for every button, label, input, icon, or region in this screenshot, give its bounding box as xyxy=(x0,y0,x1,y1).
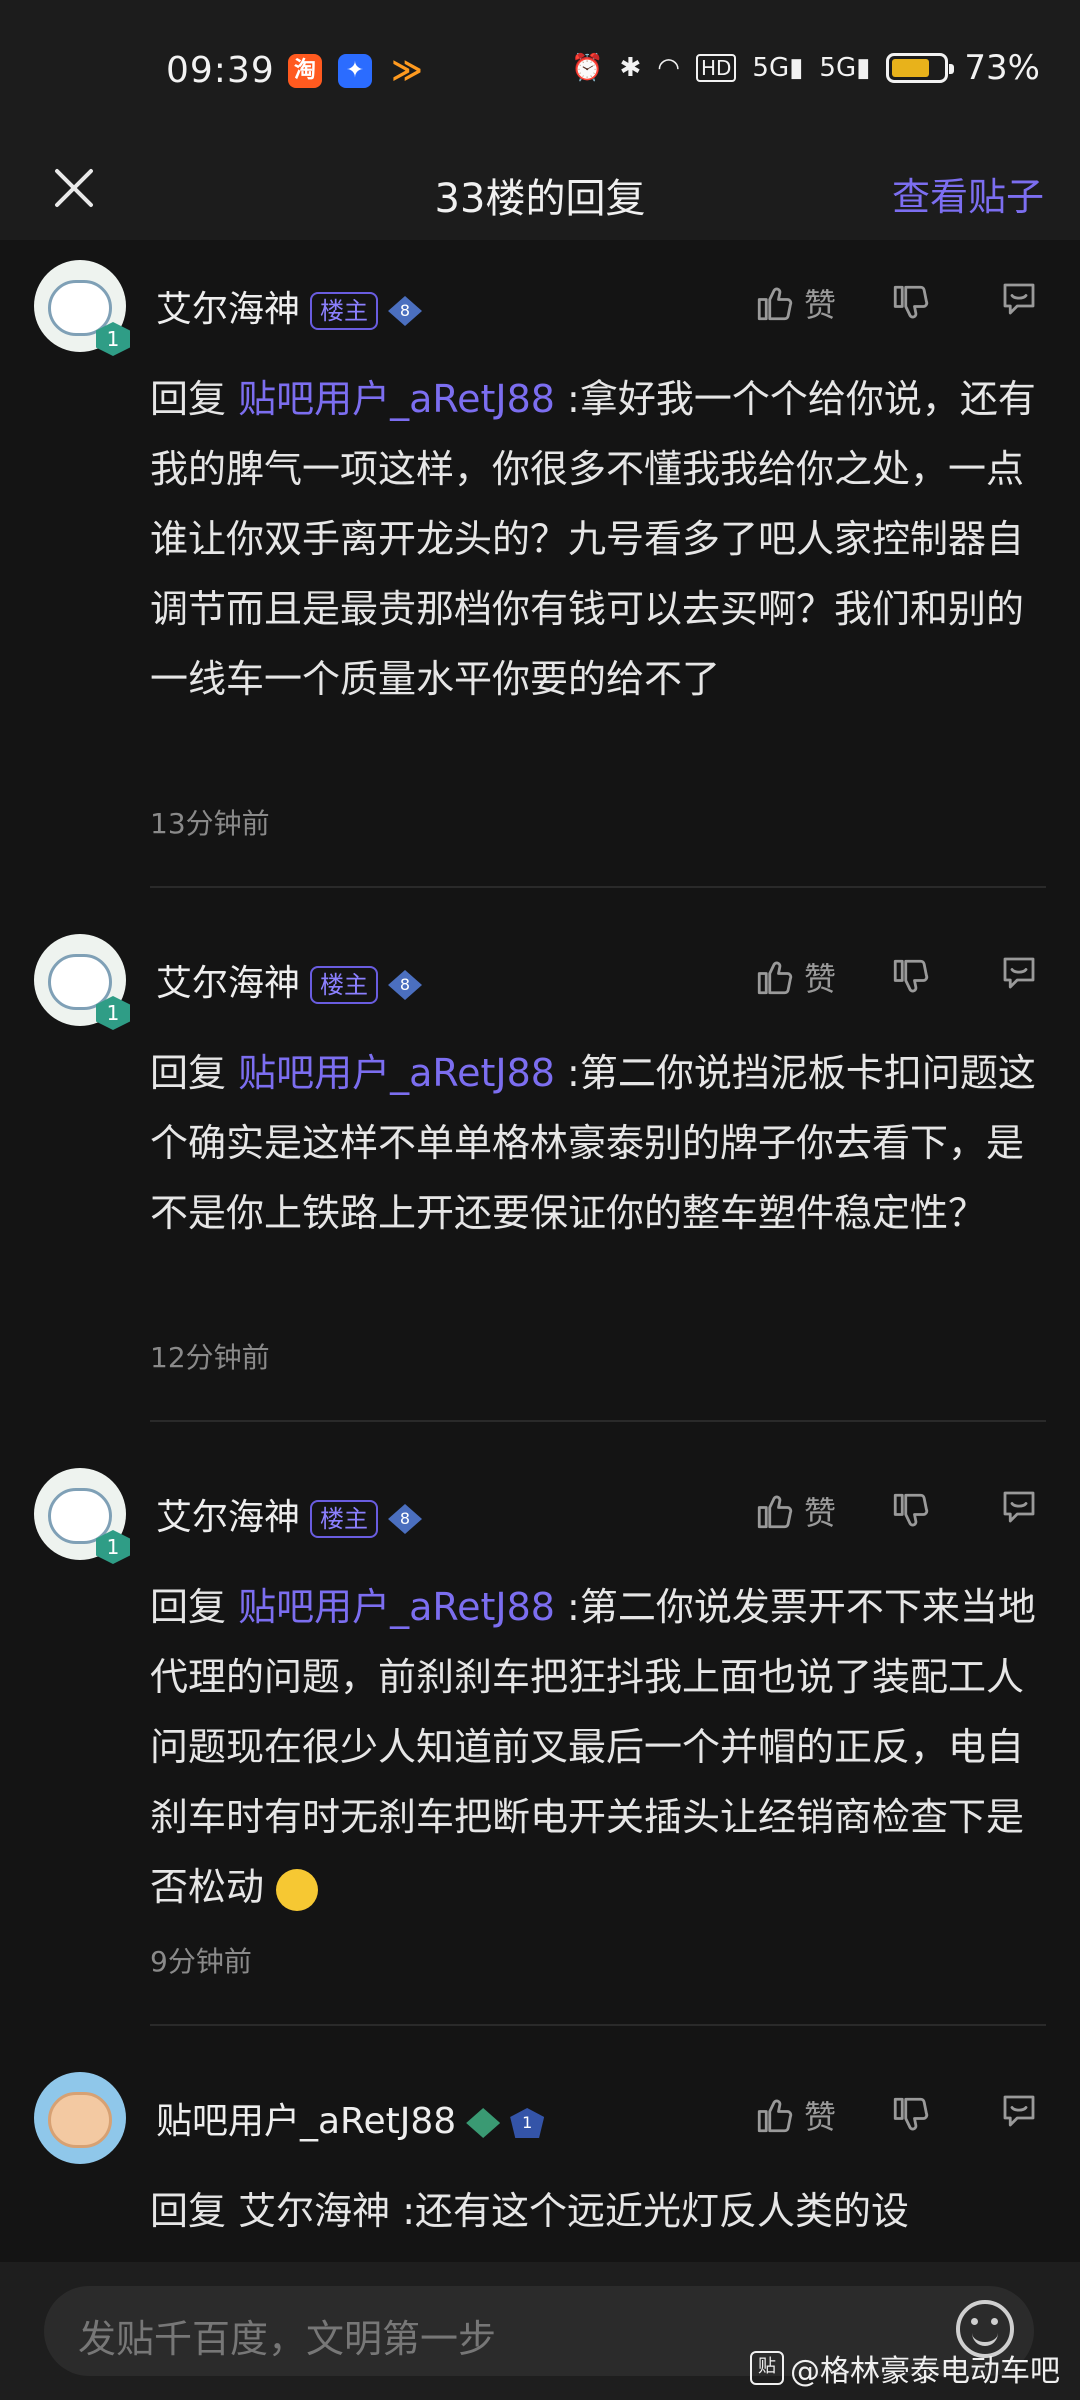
action-bar: 赞 xyxy=(754,1486,1040,1536)
mention-link[interactable]: 贴吧用户_aRetJ88 xyxy=(238,377,555,421)
comment-icon xyxy=(998,1486,1040,1536)
battery-percent: 73% xyxy=(964,48,1040,88)
thumbs-down-icon xyxy=(890,956,932,998)
mention-link[interactable]: 贴吧用户_aRetJ88 xyxy=(238,1585,555,1629)
wifi-icon: ◠ xyxy=(657,53,680,83)
mention-link[interactable]: 贴吧用户_aRetJ88 xyxy=(238,1051,555,1095)
hd-icon: HD xyxy=(695,54,737,82)
action-bar: 赞 xyxy=(754,2090,1040,2140)
like-button[interactable]: 赞 xyxy=(754,2092,836,2138)
smile-emoji xyxy=(276,1868,319,1911)
timestamp: 12分钟前 xyxy=(150,1341,270,1374)
status-bar: 09:39 淘 ✦ ≫ ⏰ ✱ ◠ HD 5G▮ 5G▮ 73% xyxy=(0,0,1080,140)
watermark: 贴 @格林豪泰电动车吧 xyxy=(750,2346,1060,2390)
comment-button[interactable] xyxy=(998,278,1040,328)
owner-tag: 楼主 xyxy=(310,966,379,1004)
dislike-button[interactable] xyxy=(890,2094,940,2136)
signal-5g-icon: 5G▮ xyxy=(819,53,871,83)
timestamp: 13分钟前 xyxy=(150,807,270,840)
reply-text: 回复 贴吧用户_aRetJ88 :拿好我一个个给你说，还有我的脾气一项这样，你很… xyxy=(150,377,1036,701)
action-bar: 赞 xyxy=(754,278,1040,328)
system-icons: ⏰ ✱ ◠ HD 5G▮ 5G▮ 73% xyxy=(571,48,1040,88)
avatar[interactable]: 1 xyxy=(34,260,130,356)
thumbs-down-icon xyxy=(890,1490,932,1532)
owner-tag: 楼主 xyxy=(310,1500,379,1538)
level-shield-icon: 1 xyxy=(510,2108,545,2138)
dislike-button[interactable] xyxy=(890,282,940,324)
header: 33楼的回复 查看贴子 xyxy=(0,140,1080,240)
reply-text: 回复 贴吧用户_aRetJ88 :第二你说发票开不下来当地代理的问题，前刹刹车把… xyxy=(150,1585,1036,1911)
avatar[interactable]: 1 xyxy=(34,1468,130,1564)
comment-icon xyxy=(998,952,1040,1002)
divider xyxy=(150,886,1046,888)
battery-icon xyxy=(886,53,955,83)
mention-link[interactable]: 艾尔海神 xyxy=(238,2189,390,2233)
comment-button[interactable] xyxy=(998,1486,1040,1536)
like-button[interactable]: 赞 xyxy=(754,1488,836,1534)
gem-badge-icon xyxy=(466,2108,501,2138)
like-label: 赞 xyxy=(803,960,836,998)
like-label: 赞 xyxy=(803,286,836,324)
divider xyxy=(150,1420,1046,1422)
timestamp: 9分钟前 xyxy=(150,1945,252,1978)
avatar[interactable]: 1 xyxy=(34,934,130,1030)
like-button[interactable]: 赞 xyxy=(754,954,836,1000)
thumbs-up-icon xyxy=(754,2094,796,2136)
bluetooth-icon: ✱ xyxy=(619,53,642,83)
alarm-icon: ⏰ xyxy=(571,53,604,83)
like-button[interactable]: 赞 xyxy=(754,280,836,326)
tieba-logo-icon: 贴 xyxy=(750,2351,784,2385)
owner-tag: 楼主 xyxy=(310,292,379,330)
comment-button[interactable] xyxy=(998,2090,1040,2140)
app-icon: ≫ xyxy=(391,53,423,88)
view-post-link[interactable]: 查看贴子 xyxy=(892,166,1044,221)
input-placeholder: 发贴千百度，文明第一步 xyxy=(78,2317,497,2361)
telecom-icon: ✦ xyxy=(338,54,372,88)
thumbs-down-icon xyxy=(890,282,932,324)
watermark-text: @格林豪泰电动车吧 xyxy=(790,2354,1060,2389)
thumbs-up-icon xyxy=(754,282,796,324)
comment-button[interactable] xyxy=(998,952,1040,1002)
username[interactable]: 艾尔海神 楼主 8 xyxy=(156,954,423,1006)
action-bar: 赞 xyxy=(754,952,1040,1002)
username[interactable]: 贴吧用户_aRetJ88 1 xyxy=(156,2092,545,2144)
reply-text: 回复 贴吧用户_aRetJ88 :第二你说挡泥板卡扣问题这个确实是这样不单单格林… xyxy=(150,1051,1036,1235)
gem-badge-icon: 8 xyxy=(388,970,423,1000)
gem-badge-icon: 8 xyxy=(388,1504,423,1534)
thumbs-up-icon xyxy=(754,1490,796,1532)
comment-icon xyxy=(998,2090,1040,2140)
gem-badge-icon: 8 xyxy=(388,296,423,326)
dislike-button[interactable] xyxy=(890,1490,940,1532)
reply-text: 回复 艾尔海神 :还有这个远近光灯反人类的设 xyxy=(150,2189,910,2233)
thumbs-down-icon xyxy=(890,2094,932,2136)
divider xyxy=(150,2024,1046,2026)
like-label: 赞 xyxy=(803,1494,836,1532)
bottom-input-bar: 发贴千百度，文明第一步 贴 @格林豪泰电动车吧 xyxy=(0,2262,1080,2400)
comment-icon xyxy=(998,278,1040,328)
signal-5g-icon: 5G▮ xyxy=(752,53,804,83)
thumbs-up-icon xyxy=(754,956,796,998)
dislike-button[interactable] xyxy=(890,956,940,998)
status-time: 09:39 xyxy=(166,50,275,91)
avatar[interactable] xyxy=(34,2072,126,2164)
username[interactable]: 艾尔海神 楼主 8 xyxy=(156,280,423,332)
taobao-icon: 淘 xyxy=(288,54,322,88)
like-label: 赞 xyxy=(803,2098,836,2136)
username[interactable]: 艾尔海神 楼主 8 xyxy=(156,1488,423,1540)
